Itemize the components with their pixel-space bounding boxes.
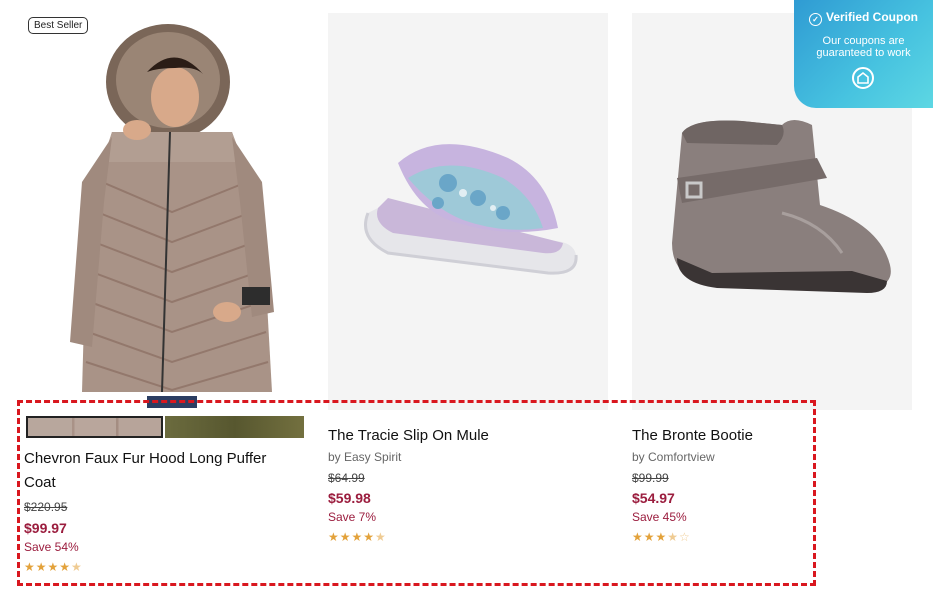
sale-price: $59.98 [328,490,371,506]
color-swatches [24,416,304,438]
save-percent: Save 45% [632,510,687,524]
product-brand: by Comfortview [632,450,715,464]
save-percent: Save 54% [24,540,79,554]
sale-price: $54.97 [632,490,675,506]
star-rating: ★★★★★ [24,560,83,574]
product-brand: by Easy Spirit [328,450,402,464]
product-card-coat[interactable]: Best Seller Chevron Faux Fur Hood Long P… [18,0,308,590]
home-icon[interactable] [852,67,874,89]
coupon-subtitle: Our coupons are guaranteed to work [816,35,911,59]
product-card-mule[interactable]: The Tracie Slip On Mule by Easy Spirit $… [328,0,608,590]
swatch-taupe[interactable] [26,416,163,438]
swatch-olive[interactable] [165,416,304,438]
coupon-title-text: Verified Coupon [825,10,918,24]
original-price: $220.95 [24,500,68,514]
product-name[interactable]: The Bronte Bootie [632,424,753,448]
star-rating: ★★★★★ [328,530,387,544]
star-rating: ★★★★☆ [632,530,691,544]
coupon-title: ✓ Verified Coupon [794,10,933,26]
verified-coupon-widget[interactable]: ✓ Verified Coupon Our coupons are guarant… [794,0,933,108]
check-circle-icon: ✓ [808,13,822,26]
original-price: $99.99 [632,471,669,485]
product-name[interactable]: Chevron Faux Fur Hood Long Puffer Coat [24,447,294,495]
product-image-coat[interactable] [42,12,300,408]
product-name[interactable]: The Tracie Slip On Mule [328,424,489,448]
sale-price: $99.97 [24,520,67,536]
best-seller-badge: Best Seller [28,17,89,34]
product-image-mule[interactable] [328,13,608,410]
save-percent: Save 7% [328,510,377,524]
original-price: $64.99 [328,471,365,485]
